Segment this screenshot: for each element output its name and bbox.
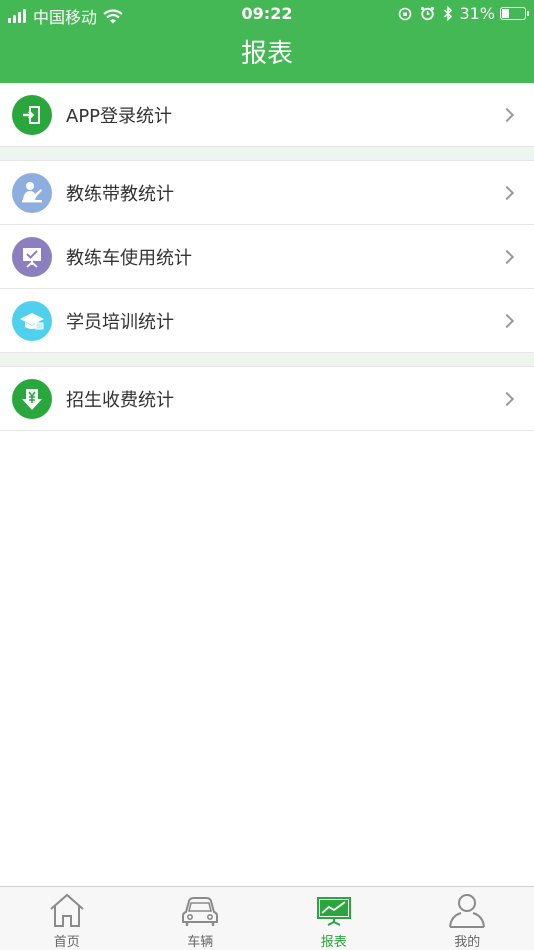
battery-fill — [502, 9, 509, 18]
house-icon — [50, 893, 84, 927]
chevron-right-icon — [499, 313, 515, 328]
tab-vehicles[interactable]: 车辆 — [134, 887, 268, 950]
menu-item-label: 学员培训统计 — [66, 311, 174, 333]
menu-item-label: 教练车使用统计 — [66, 247, 192, 269]
tab-label: 首页 — [53, 935, 80, 950]
status-right: 31% — [398, 4, 529, 23]
login-icon — [12, 94, 52, 135]
page-title: 报表 — [240, 39, 293, 69]
chevron-right-icon — [499, 249, 515, 264]
tab-bar: 首页 车辆 报表 我的 — [0, 886, 534, 950]
menu-item-coach-car[interactable]: 教练车使用统计 — [0, 225, 534, 289]
tab-label: 我的 — [454, 935, 481, 950]
section-divider — [0, 353, 534, 367]
battery-percent: 31% — [459, 4, 495, 23]
menu-item-enrollment-fees[interactable]: 招生收费统计 — [0, 367, 534, 431]
section-divider — [0, 147, 534, 161]
bluetooth-icon — [444, 6, 453, 21]
tab-reports[interactable]: 报表 — [267, 887, 401, 950]
alarm-icon — [421, 6, 435, 21]
report-list: APP登录统计 教练带教统计 教练车使用统计 学员培训统计 招生收费统计 — [0, 83, 534, 431]
car-icon — [182, 897, 219, 926]
teacher-icon — [12, 172, 52, 213]
orientation-lock-icon — [399, 7, 412, 20]
menu-item-label: 教练带教统计 — [66, 183, 174, 205]
tab-label: 报表 — [320, 935, 347, 950]
menu-item-label: APP登录统计 — [66, 105, 173, 127]
tab-home[interactable]: 首页 — [0, 887, 134, 950]
tab-label: 车辆 — [187, 935, 214, 950]
person-icon — [449, 894, 486, 928]
battery-icon — [500, 7, 529, 20]
chevron-right-icon — [499, 107, 515, 122]
menu-item-app-login[interactable]: APP登录统计 — [0, 83, 534, 147]
menu-item-coach-teaching[interactable]: 教练带教统计 — [0, 161, 534, 225]
yuan-download-icon — [12, 378, 52, 419]
chart-board-icon — [316, 897, 351, 926]
status-bar: 中国移动 09:22 31% — [0, 0, 534, 28]
tab-mine[interactable]: 我的 — [401, 887, 534, 950]
chevron-right-icon — [499, 185, 515, 200]
board-icon — [12, 236, 52, 277]
menu-item-label: 招生收费统计 — [66, 389, 174, 411]
nav-header: 报表 — [0, 28, 534, 83]
graduation-cap-icon — [12, 300, 52, 341]
menu-item-student-training[interactable]: 学员培训统计 — [0, 289, 534, 353]
chevron-right-icon — [499, 391, 515, 406]
